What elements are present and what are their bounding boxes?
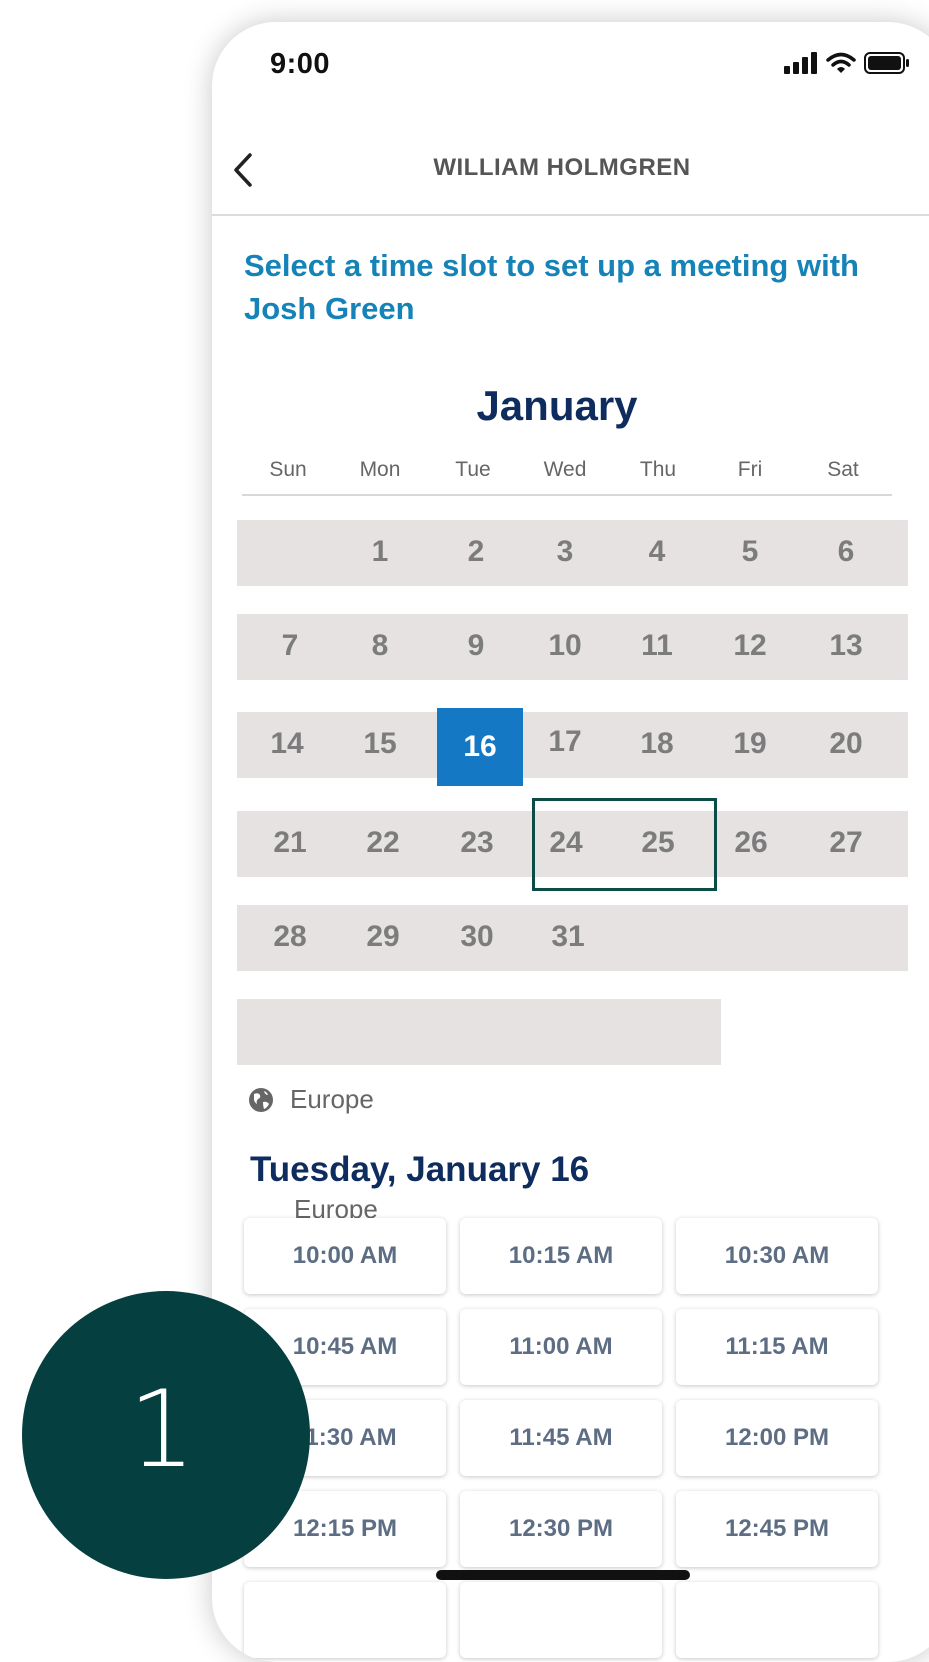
calendar-day[interactable]: 6 (816, 535, 876, 569)
calendar-day[interactable]: 4 (627, 535, 687, 569)
nav-title: WILLIAM HOLMGREN (433, 154, 691, 181)
calendar-day[interactable]: 9 (446, 629, 506, 663)
calendar-day[interactable]: 12 (720, 629, 780, 663)
calendar-day[interactable]: 15 (350, 727, 410, 761)
calendar-day[interactable]: 13 (816, 629, 876, 663)
time-slot-button[interactable]: 11:00 AM (460, 1309, 662, 1385)
weekday-label: Sun (269, 458, 307, 481)
time-slot-button[interactable] (244, 1582, 446, 1658)
time-slot-button[interactable] (676, 1582, 878, 1658)
calendar-day[interactable]: 10 (535, 629, 595, 663)
calendar-day[interactable]: 11 (627, 629, 687, 663)
calendar-day[interactable]: 20 (816, 727, 876, 761)
calendar-day[interactable]: 17 (535, 725, 595, 759)
calendar-month: January (476, 382, 638, 429)
calendar-day[interactable]: 30 (447, 920, 507, 954)
selected-date-heading: Tuesday, January 16 (250, 1150, 590, 1189)
weekday-label: Tue (455, 458, 491, 481)
nav-bar: WILLIAM HOLMGREN (212, 116, 929, 216)
calendar-day[interactable]: 18 (627, 727, 687, 761)
calendar-day[interactable]: 2 (446, 535, 506, 569)
page-headline: Select a time slot to set up a meeting w… (244, 248, 859, 326)
signal-icon (784, 52, 818, 79)
calendar-day[interactable]: 22 (353, 826, 413, 860)
calendar-day[interactable]: 29 (353, 920, 413, 954)
step-number-badge: 1 (22, 1291, 310, 1579)
timezone-selector[interactable]: Europe (248, 1084, 374, 1115)
weekday-label: Wed (543, 458, 587, 481)
calendar-day[interactable]: 7 (260, 629, 320, 663)
battery-icon (864, 52, 910, 79)
time-slot-button[interactable] (460, 1582, 662, 1658)
weekday-label: Fri (737, 458, 763, 481)
step-number: 1 (128, 1367, 196, 1491)
weekday-label: Thu (639, 458, 677, 481)
time-slot-button[interactable]: 11:15 AM (676, 1309, 878, 1385)
time-slot-button[interactable]: 10:00 AM (244, 1218, 446, 1294)
weekday-label: Mon (359, 458, 401, 481)
home-indicator[interactable] (436, 1570, 690, 1580)
time-slot-button[interactable]: 12:30 PM (460, 1491, 662, 1567)
phone-frame: 9:00 WILLIAM HOLMGREN Select a time slot… (212, 22, 929, 1662)
calendar-day[interactable]: 31 (538, 920, 598, 954)
calendar-day[interactable]: 23 (447, 826, 507, 860)
calendar-day[interactable]: 19 (720, 727, 780, 761)
weekday-header: Sun Mon Tue Wed Thu Fri Sat (242, 454, 892, 496)
calendar-day[interactable]: 21 (260, 826, 320, 860)
time-slot-button[interactable]: 12:45 PM (676, 1491, 878, 1567)
wifi-icon (826, 52, 856, 79)
time-slot-button[interactable]: 11:45 AM (460, 1400, 662, 1476)
status-time: 9:00 (270, 48, 331, 80)
weekday-label: Sat (827, 458, 859, 481)
status-icons (784, 52, 910, 79)
timezone-label: Europe (290, 1084, 374, 1114)
calendar-day[interactable]: 1 (350, 535, 410, 569)
calendar-day[interactable]: 3 (535, 535, 595, 569)
globe-icon (249, 1087, 273, 1112)
calendar-day[interactable]: 5 (720, 535, 780, 569)
time-slot-button[interactable]: 10:15 AM (460, 1218, 662, 1294)
calendar-day[interactable]: 27 (816, 826, 876, 860)
calendar-day[interactable]: 26 (721, 826, 781, 860)
calendar-day[interactable]: 14 (257, 727, 317, 761)
calendar-day[interactable]: 8 (350, 629, 410, 663)
time-slot-button[interactable]: 10:30 AM (676, 1218, 878, 1294)
week-range-highlight (532, 798, 717, 891)
week-row-background (237, 999, 721, 1065)
time-slot-button[interactable]: 12:00 PM (676, 1400, 878, 1476)
calendar-day-selected[interactable]: 16 (437, 708, 523, 786)
calendar-day[interactable]: 28 (260, 920, 320, 954)
